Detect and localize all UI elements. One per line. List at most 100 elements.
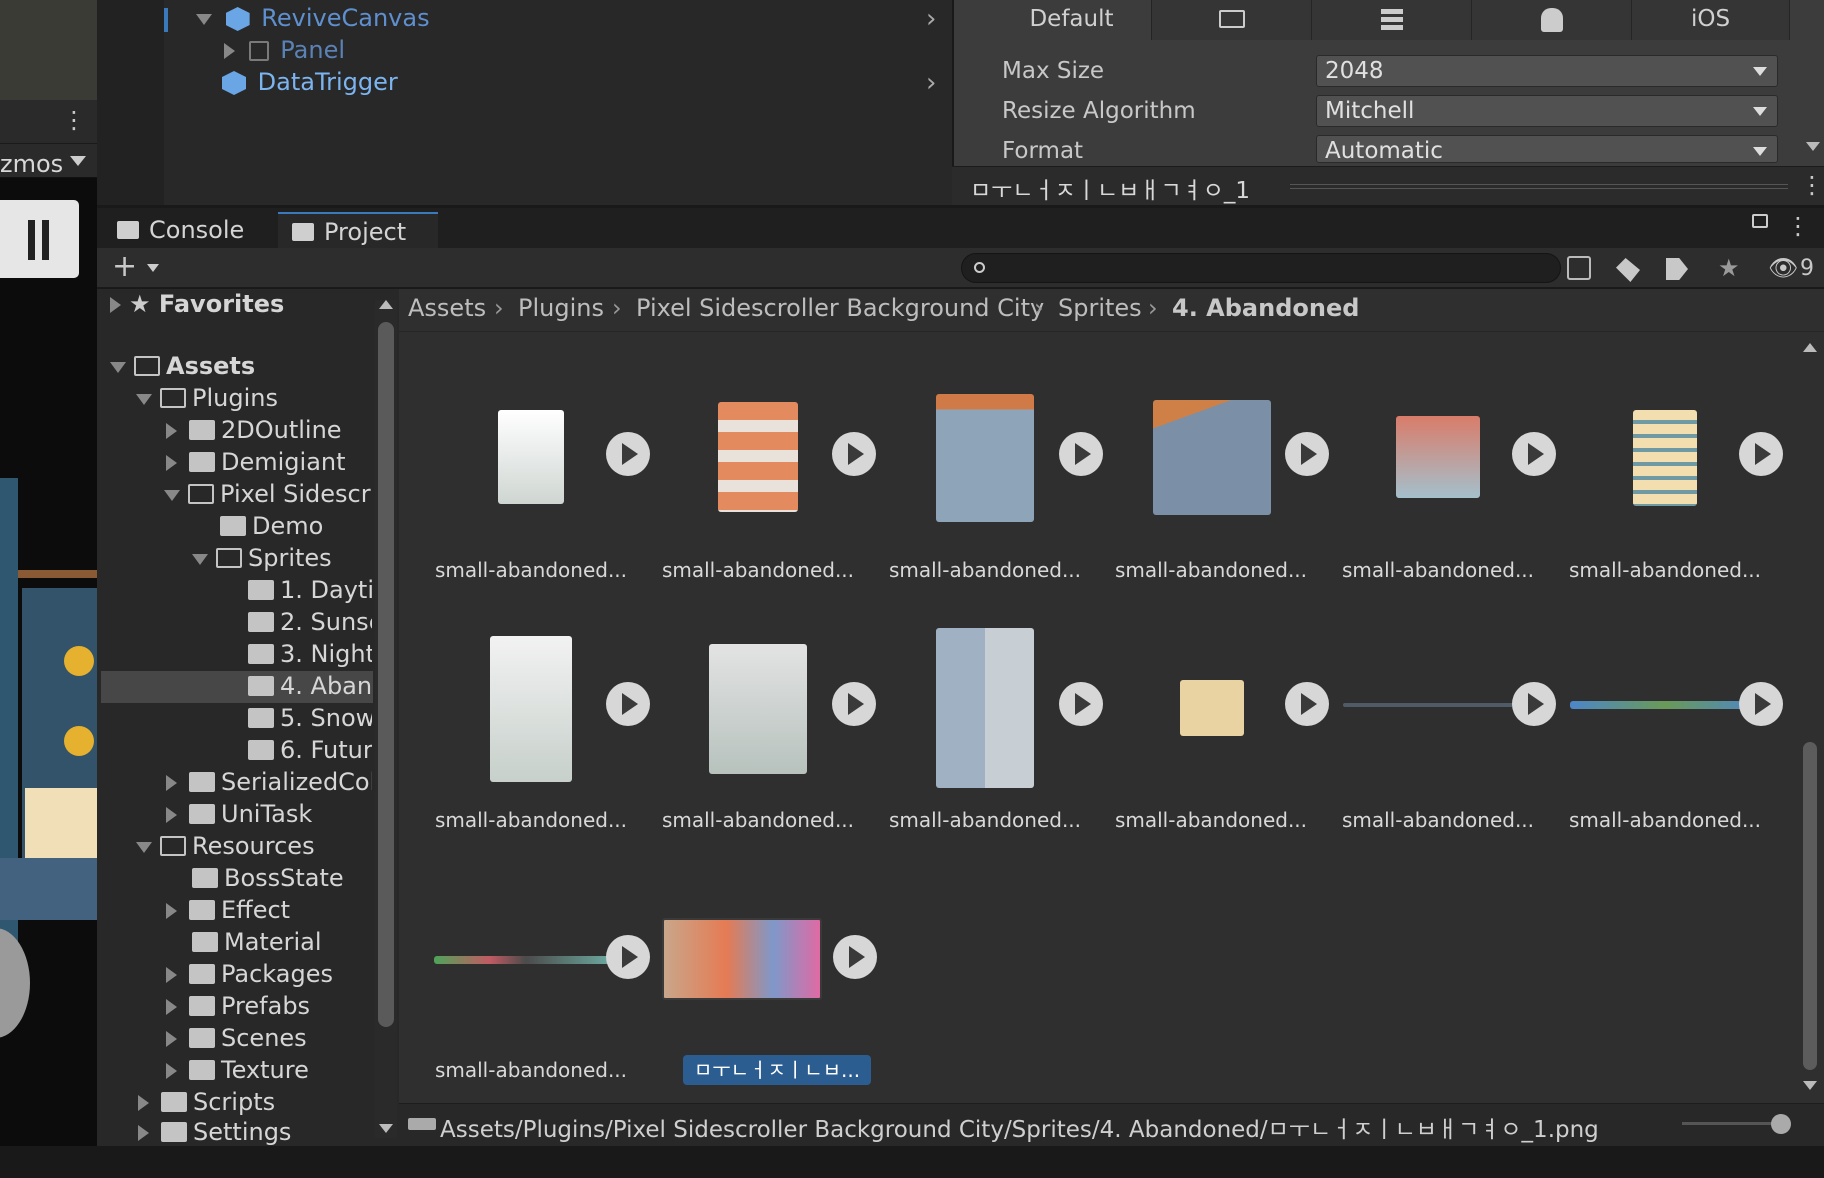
zoom-slider-track[interactable] (1682, 1122, 1782, 1125)
tree-item-scenes[interactable]: Scenes (166, 1024, 307, 1052)
tree-item-sunset[interactable]: 2. Sunse (248, 608, 372, 636)
chevron-right-icon[interactable]: › (926, 68, 936, 98)
create-button[interactable]: + (112, 249, 137, 284)
play-icon[interactable] (1285, 682, 1329, 726)
scroll-down-icon[interactable] (1806, 142, 1820, 151)
tab-default[interactable]: Default (992, 0, 1152, 40)
scroll-down-icon[interactable] (379, 1124, 393, 1133)
hierarchy-item-panel[interactable]: Panel (224, 36, 345, 64)
max-size-dropdown[interactable]: 2048 (1316, 55, 1778, 87)
breadcrumb-assets[interactable]: Assets (408, 294, 486, 322)
asset-item[interactable]: small-abandoned... (1098, 380, 1329, 620)
play-icon[interactable] (1059, 432, 1103, 476)
tab-standalone[interactable] (1152, 0, 1312, 40)
asset-item[interactable]: small-abandoned... (418, 380, 650, 620)
tab-project[interactable]: Project (278, 212, 438, 248)
play-icon[interactable] (1739, 432, 1783, 476)
asset-item-selected[interactable]: ㅁㅜㄴㅓㅈㅣㄴㅂ... (418, 880, 877, 1120)
asset-item[interactable]: small-abandoned... (1325, 380, 1556, 620)
tab-console[interactable]: Console (103, 212, 275, 248)
tree-item-unitask[interactable]: UniTask (166, 800, 312, 828)
tree-item-prefabs[interactable]: Prefabs (166, 992, 310, 1020)
tree-item-resources[interactable]: Resources (136, 832, 315, 860)
hidden-packages-icon[interactable]: 👁 (1768, 254, 1798, 282)
format-dropdown[interactable]: Automatic (1316, 135, 1778, 163)
asset-item[interactable]: small-abandoned... (418, 630, 650, 870)
chevron-right-icon[interactable]: › (926, 4, 936, 34)
tree-item-daytime[interactable]: 1. Daytir (248, 576, 372, 604)
tree-item-futuristic[interactable]: 6. Futuri (248, 736, 372, 764)
chevron-down-icon[interactable] (147, 264, 159, 272)
tree-scroll-thumb[interactable] (378, 322, 394, 1027)
preview-resize-handle[interactable] (1290, 184, 1788, 189)
play-icon[interactable] (606, 682, 650, 726)
resize-algorithm-dropdown[interactable]: Mitchell (1316, 95, 1778, 127)
tree-item-effect[interactable]: Effect (166, 896, 290, 924)
expand-arrow-icon[interactable] (224, 43, 235, 59)
tab-android[interactable] (1472, 0, 1632, 40)
tree-item-scripts[interactable]: Scripts (138, 1088, 275, 1116)
tree-item-settings[interactable]: Settings (138, 1118, 291, 1146)
more-icon[interactable]: ⋮ (1800, 171, 1824, 199)
breadcrumb-plugins[interactable]: Plugins (518, 294, 604, 322)
tree-item-bossstate[interactable]: BossState (192, 864, 344, 892)
zoom-slider-handle[interactable] (1771, 1114, 1791, 1134)
more-icon[interactable]: ⋮ (62, 106, 86, 134)
scroll-up-icon[interactable] (1803, 343, 1817, 352)
pause-button[interactable] (0, 200, 79, 278)
tab-ios[interactable]: iOS (1632, 0, 1790, 40)
folder-icon (189, 420, 215, 440)
tree-item-packages[interactable]: Packages (166, 960, 333, 988)
asset-item[interactable]: small-abandoned... (872, 380, 1103, 620)
asset-item[interactable]: small-abandoned... (645, 630, 876, 870)
asset-item[interactable]: small-abandoned... (1552, 380, 1783, 620)
tree-item-pixel-sidescroller[interactable]: Pixel Sidescr (164, 480, 372, 508)
asset-item[interactable]: small-abandoned... (872, 628, 1103, 870)
scroll-down-icon[interactable] (1803, 1081, 1817, 1090)
tree-item-demigiant[interactable]: Demigiant (166, 448, 346, 476)
tree-item-demo[interactable]: Demo (220, 512, 323, 540)
expand-arrow-icon[interactable] (196, 13, 212, 25)
more-icon[interactable]: ⋮ (1786, 212, 1810, 240)
play-icon[interactable] (1512, 432, 1556, 476)
play-icon[interactable] (1512, 682, 1556, 726)
play-icon[interactable] (832, 432, 876, 476)
play-icon[interactable] (606, 432, 650, 476)
breadcrumb-pixel-sidescroller[interactable]: Pixel Sidescroller Background City (636, 294, 1044, 322)
tree-item-plugins[interactable]: Plugins (136, 384, 278, 412)
folder-icon (248, 676, 274, 696)
breadcrumb-sprites[interactable]: Sprites (1058, 294, 1142, 322)
chevron-down-icon[interactable] (70, 156, 86, 166)
tree-favorites[interactable]: ★ Favorites (110, 290, 284, 318)
asset-item[interactable]: small-abandoned... (1552, 630, 1783, 870)
lock-icon[interactable] (1752, 214, 1768, 228)
grid-scroll-thumb[interactable] (1803, 742, 1817, 1070)
folder-open-icon (160, 836, 186, 856)
asset-item[interactable]: small-abandoned... (1098, 630, 1329, 870)
play-icon[interactable] (833, 935, 877, 979)
play-icon[interactable] (1059, 682, 1103, 726)
tree-item-sprites[interactable]: Sprites (192, 544, 332, 572)
tree-item-serializedcollections[interactable]: SerializedCol (166, 768, 372, 796)
play-icon[interactable] (1285, 432, 1329, 476)
asset-item[interactable]: small-abandoned... (645, 380, 876, 620)
tree-item-night[interactable]: 3. Night (248, 640, 372, 668)
tree-item-snow[interactable]: 5. Snow (248, 704, 372, 732)
hierarchy-item-revivecanvas[interactable]: ReviveCanvas (196, 4, 430, 32)
tree-item-material[interactable]: Material (192, 928, 322, 956)
tree-item-assets[interactable]: Assets (110, 352, 255, 380)
scroll-up-icon[interactable] (379, 300, 393, 309)
sprite-thumbnail (936, 628, 1034, 788)
play-icon[interactable] (832, 682, 876, 726)
search-by-type-icon[interactable] (1567, 256, 1591, 280)
tree-item-abandoned[interactable]: 4. Aband (248, 672, 372, 700)
tree-item-2doutline[interactable]: 2DOutline (166, 416, 342, 444)
tree-item-texture[interactable]: Texture (166, 1056, 309, 1084)
asset-item[interactable]: small-abandoned... (1325, 630, 1556, 870)
favorite-star-icon[interactable]: ★ (1718, 254, 1740, 282)
hierarchy-item-datatrigger[interactable]: DataTrigger (222, 68, 398, 96)
search-input[interactable] (961, 253, 1561, 283)
play-icon[interactable] (1739, 682, 1783, 726)
gizmos-dropdown[interactable]: zmos (0, 150, 63, 178)
tab-server[interactable] (1312, 0, 1472, 40)
